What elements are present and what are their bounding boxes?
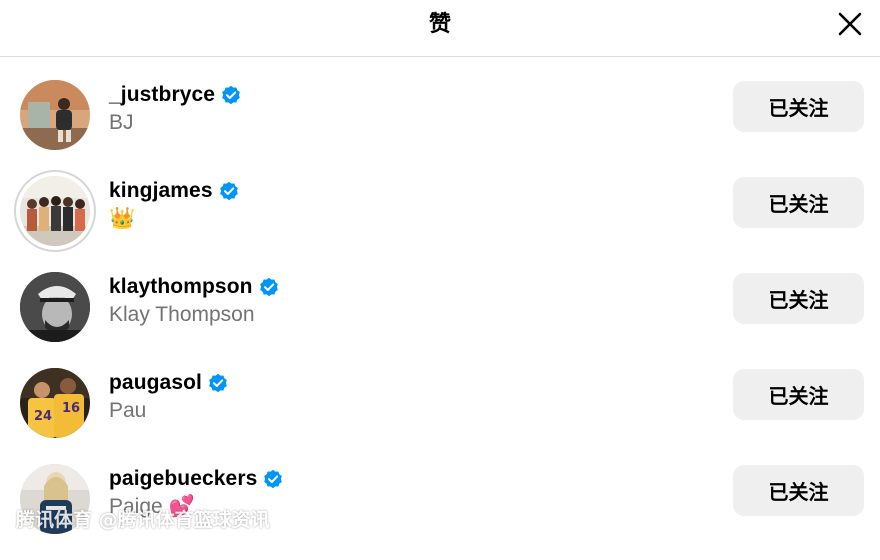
following-button[interactable]: 已关注 <box>733 81 864 132</box>
user-fullname: BJ <box>109 111 134 134</box>
svg-text:16: 16 <box>62 401 80 416</box>
user-row: kingjames 👑 已关注 <box>0 170 880 272</box>
user-row: _justbryce BJ 已关注 <box>0 80 880 176</box>
user-row: 24 16 paugasol Pau 已关注 <box>0 368 880 464</box>
avatar[interactable] <box>20 272 90 342</box>
verified-badge-icon <box>264 469 283 489</box>
username[interactable]: paigebueckers <box>109 466 257 492</box>
user-row: klaythompson Klay Thompson 已关注 <box>0 272 880 368</box>
following-button[interactable]: 已关注 <box>733 369 864 420</box>
username[interactable]: _justbryce <box>109 82 215 108</box>
watermark-text: 腾讯体育 @腾讯体育篮球资讯 <box>16 509 270 531</box>
username[interactable]: klaythompson <box>109 274 253 300</box>
avatar-photo <box>20 176 90 246</box>
avatar[interactable]: 24 16 <box>20 368 90 438</box>
close-icon[interactable] <box>836 10 864 38</box>
dialog-header: 赞 <box>0 0 880 57</box>
user-fullname: Klay Thompson <box>109 303 255 326</box>
following-button[interactable]: 已关注 <box>733 273 864 324</box>
username[interactable]: kingjames <box>109 178 213 204</box>
svg-text:24: 24 <box>34 409 52 424</box>
verified-badge-icon <box>222 85 240 105</box>
verified-badge-icon <box>259 277 278 297</box>
avatar-photo: 24 16 <box>20 368 90 438</box>
dialog-title: 赞 <box>428 11 451 36</box>
user-fullname: Pau <box>109 399 147 422</box>
avatar-story-ring[interactable] <box>14 170 96 252</box>
verified-badge-icon <box>219 181 238 201</box>
avatar-photo <box>20 272 90 342</box>
following-button[interactable]: 已关注 <box>733 465 864 516</box>
following-button[interactable]: 已关注 <box>733 177 864 228</box>
avatar-photo <box>20 80 90 150</box>
username[interactable]: paugasol <box>109 370 202 396</box>
user-fullname: 👑 <box>109 207 136 230</box>
avatar[interactable] <box>20 80 90 150</box>
verified-badge-icon <box>209 373 227 393</box>
